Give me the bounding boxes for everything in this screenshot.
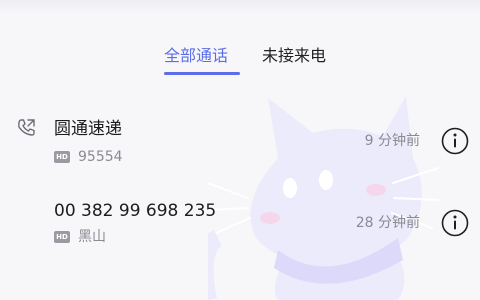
call-log-tabs: 全部通话 未接来电 <box>0 40 480 80</box>
tab-missed-calls[interactable]: 未接来电 <box>262 46 326 66</box>
hd-call-icon: HD <box>54 231 70 243</box>
call-time: 28 分钟前 <box>355 215 420 231</box>
info-icon[interactable] <box>440 208 470 238</box>
caller-number: 00 382 99 698 235 <box>54 201 217 221</box>
call-log-item[interactable]: 00 382 99 698 235 HD 黑山 28 分钟前 <box>0 200 480 272</box>
hd-call-icon: HD <box>54 151 70 163</box>
status-bar-remnant <box>0 0 480 14</box>
call-detail: HD 95554 <box>54 148 123 166</box>
active-tab-indicator <box>164 72 240 75</box>
caller-number: 95554 <box>78 149 123 165</box>
caller-location: 黑山 <box>78 229 106 245</box>
call-detail: HD 黑山 <box>54 228 106 246</box>
call-time: 9 分钟前 <box>364 133 420 149</box>
info-icon[interactable] <box>440 126 470 156</box>
outgoing-call-icon <box>18 119 35 136</box>
tab-all-calls[interactable]: 全部通话 <box>164 46 228 66</box>
caller-name: 圆通速递 <box>54 119 122 139</box>
call-log-item[interactable]: 圆通速递 HD 95554 9 分钟前 <box>0 110 480 182</box>
